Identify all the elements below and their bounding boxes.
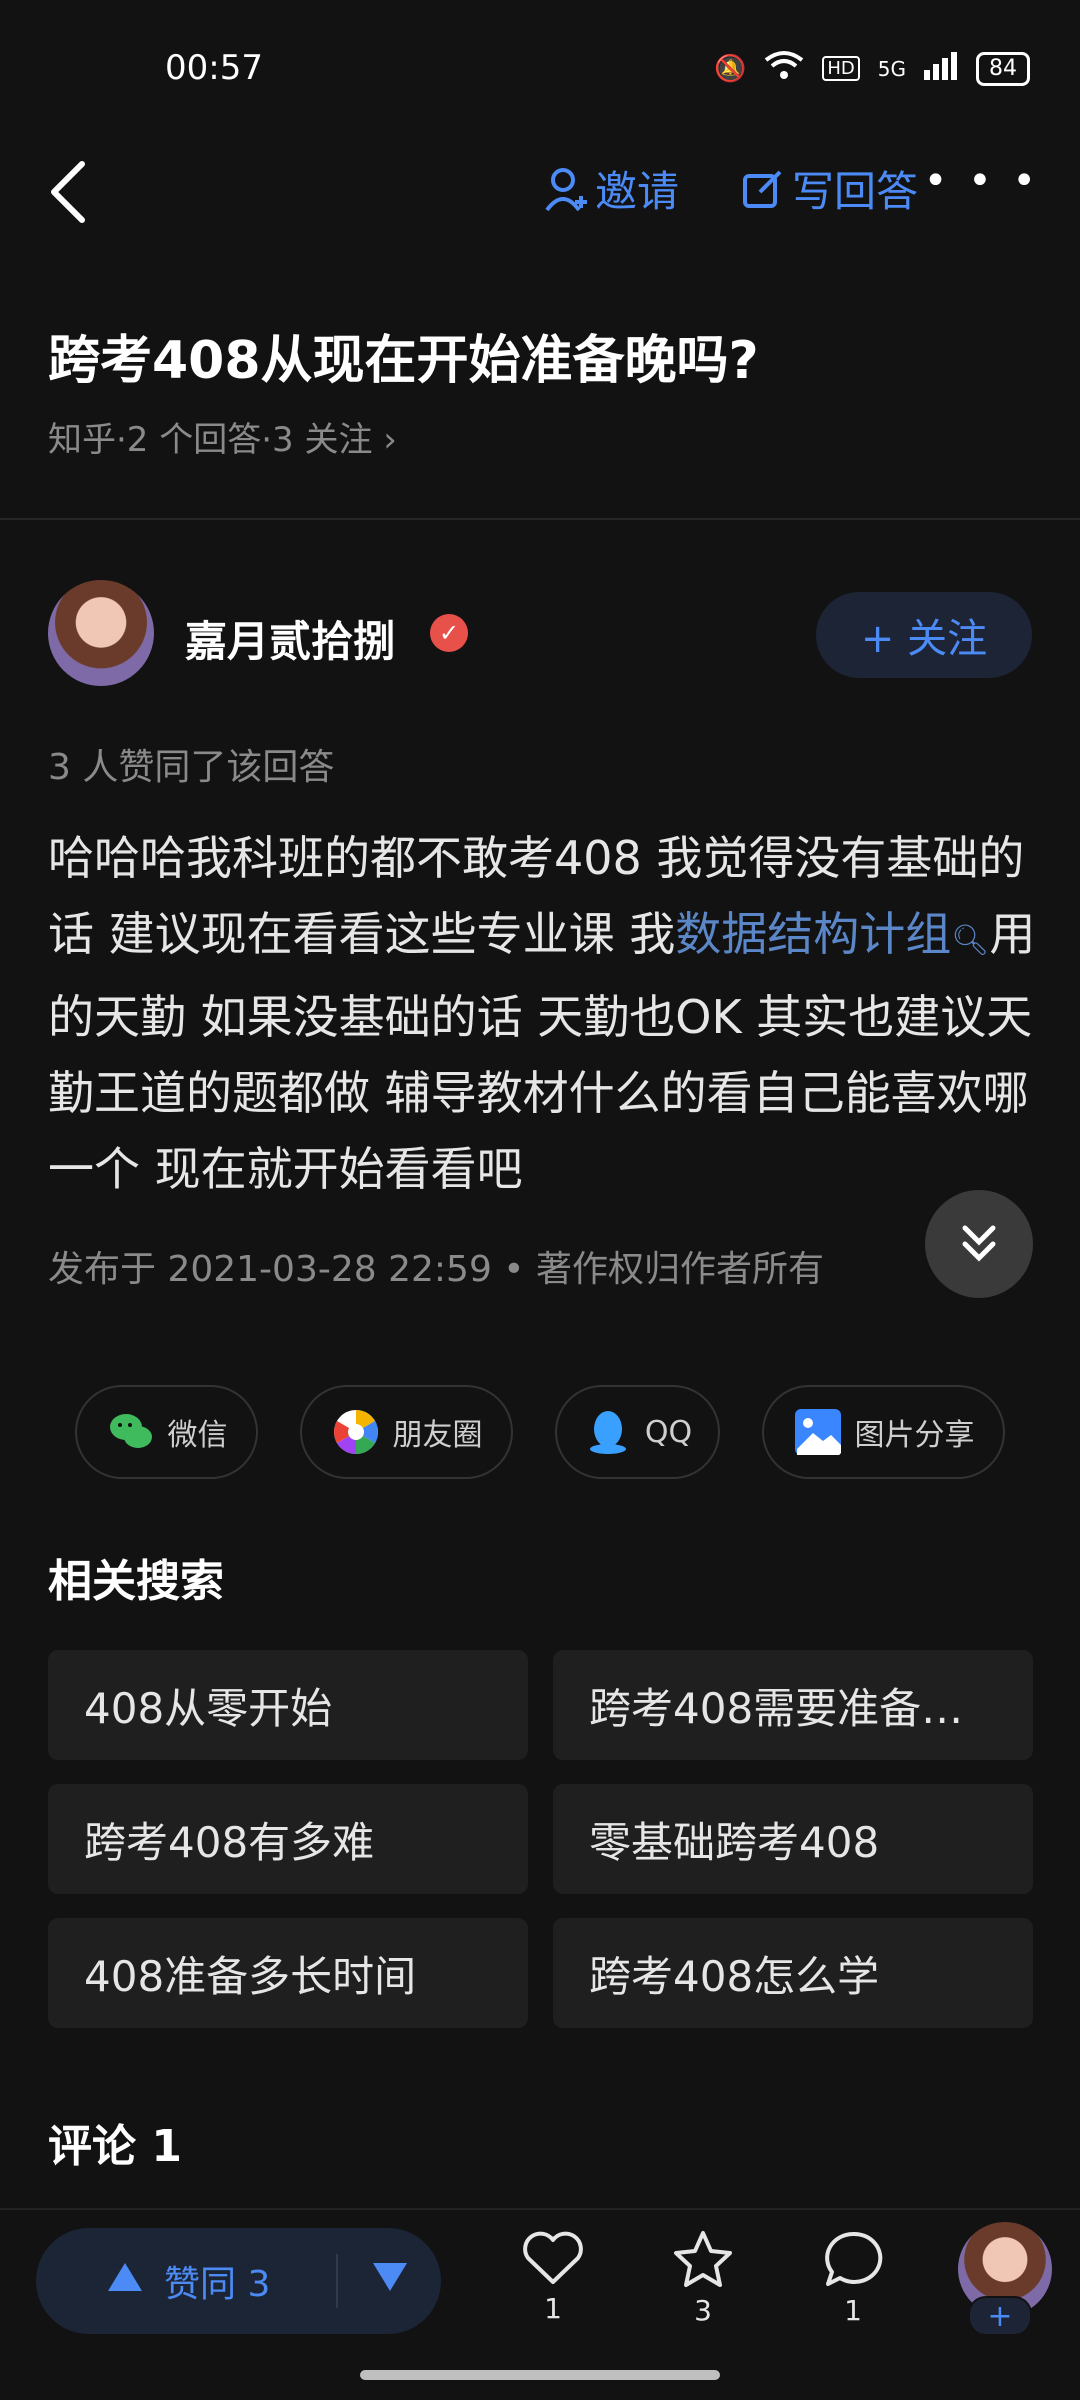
favorite-count: 3: [694, 2294, 712, 2327]
share-wechat-button[interactable]: 微信: [75, 1385, 258, 1479]
status-icons: 🔕 HD 5G 84: [714, 50, 1030, 87]
downvote-button[interactable]: [371, 2261, 409, 2302]
comments-title: 评论 1: [48, 2121, 182, 2172]
clock: 00:57: [165, 48, 263, 88]
like-button[interactable]: 1: [513, 2230, 593, 2325]
moments-icon: [333, 1410, 378, 1454]
hd-label: HD: [822, 56, 860, 81]
bottom-action-bar: 赞同 3 1 3 1 +: [0, 2210, 1080, 2360]
wifi-icon: [764, 50, 804, 87]
status-bar: 00:57 🔕 HD 5G 84: [0, 0, 1080, 140]
qq-icon: [589, 1411, 626, 1454]
invite-label: 邀请: [595, 167, 680, 216]
author-name[interactable]: 嘉月贰拾捌: [185, 608, 395, 669]
comment-bubble-icon: [825, 2231, 883, 2286]
write-answer-button[interactable]: 写回答: [742, 158, 918, 219]
question-title[interactable]: 跨考408从现在开始准备晚吗?: [48, 318, 759, 393]
related-search-item[interactable]: 跨考408怎么学: [553, 1918, 1033, 2028]
share-wechat-label: 微信: [167, 1418, 228, 1453]
home-indicator[interactable]: [360, 2370, 720, 2380]
likes-count-text: 3 人赞同了该回答: [48, 747, 335, 788]
share-image-label: 图片分享: [854, 1418, 975, 1453]
search-icon: 🔍︎: [951, 923, 990, 958]
favorite-button[interactable]: 3: [663, 2230, 743, 2327]
battery-indicator: 84: [976, 51, 1030, 86]
follow-button[interactable]: + 关注: [816, 592, 1032, 678]
chevron-left-icon: [51, 161, 85, 223]
comment-count: 1: [844, 2294, 862, 2327]
more-button[interactable]: • • •: [924, 158, 1040, 204]
upvote-triangle-icon: [108, 2262, 142, 2291]
signal-label: 5G: [877, 56, 906, 81]
related-search-item[interactable]: 跨考408需要准备…: [553, 1650, 1033, 1760]
wechat-icon: [109, 1414, 152, 1448]
top-bar: 邀请 写回答 • • •: [0, 140, 1080, 250]
mute-icon: 🔕: [713, 53, 747, 84]
upvote-button[interactable]: [106, 2261, 144, 2302]
question-meta[interactable]: 知乎·2 个回答·3 关注 ›: [48, 412, 397, 461]
share-moments-label: 朋友圈: [392, 1418, 483, 1453]
search-link[interactable]: 数据结构计组: [675, 907, 951, 961]
invite-button[interactable]: 邀请: [545, 158, 679, 219]
verified-badge-icon: ✓: [430, 614, 468, 652]
share-image-button[interactable]: 图片分享: [762, 1385, 1005, 1479]
publish-info: 发布于 2021-03-28 22:59 • 著作权归作者所有: [48, 1249, 824, 1290]
related-search-item[interactable]: 零基础跨考408: [553, 1784, 1033, 1894]
vote-separator: [336, 2254, 338, 2308]
divider: [0, 518, 1080, 520]
share-moments-button[interactable]: 朋友圈: [300, 1385, 513, 1479]
write-answer-label: 写回答: [792, 167, 919, 216]
edit-icon: [743, 170, 782, 208]
plus-icon[interactable]: +: [968, 2296, 1032, 2336]
more-icon: • • •: [923, 158, 1040, 204]
double-chevron-down-icon: [962, 1225, 996, 1262]
upvote-label[interactable]: 赞同 3: [164, 2255, 270, 2307]
answer-content: 哈哈哈我科班的都不敢考408 我觉得没有基础的话 建议现在看看这些专业课 我数据…: [48, 820, 1038, 1207]
related-search-item[interactable]: 跨考408有多难: [48, 1784, 528, 1894]
scroll-down-button[interactable]: [925, 1190, 1033, 1298]
share-qq-button[interactable]: QQ: [555, 1385, 720, 1479]
like-count: 1: [544, 2292, 562, 2325]
related-search-item[interactable]: 408准备多长时间: [48, 1918, 528, 2028]
back-button[interactable]: [42, 152, 102, 232]
downvote-triangle-icon: [373, 2262, 407, 2291]
share-qq-label: QQ: [644, 1414, 693, 1450]
comment-button[interactable]: 1: [813, 2230, 893, 2327]
star-icon: [674, 2231, 732, 2287]
share-row: 微信 朋友圈 QQ 图片分享: [0, 1385, 1080, 1479]
signal-icon: [924, 50, 958, 87]
author-avatar[interactable]: [48, 580, 154, 686]
vote-control: 赞同 3: [36, 2228, 441, 2334]
user-plus-icon: [545, 167, 587, 211]
related-search-item[interactable]: 408从零开始: [48, 1650, 528, 1760]
related-search-title: 相关搜索: [48, 1556, 224, 1607]
image-icon: [794, 1409, 841, 1455]
heart-icon: [523, 2231, 583, 2284]
